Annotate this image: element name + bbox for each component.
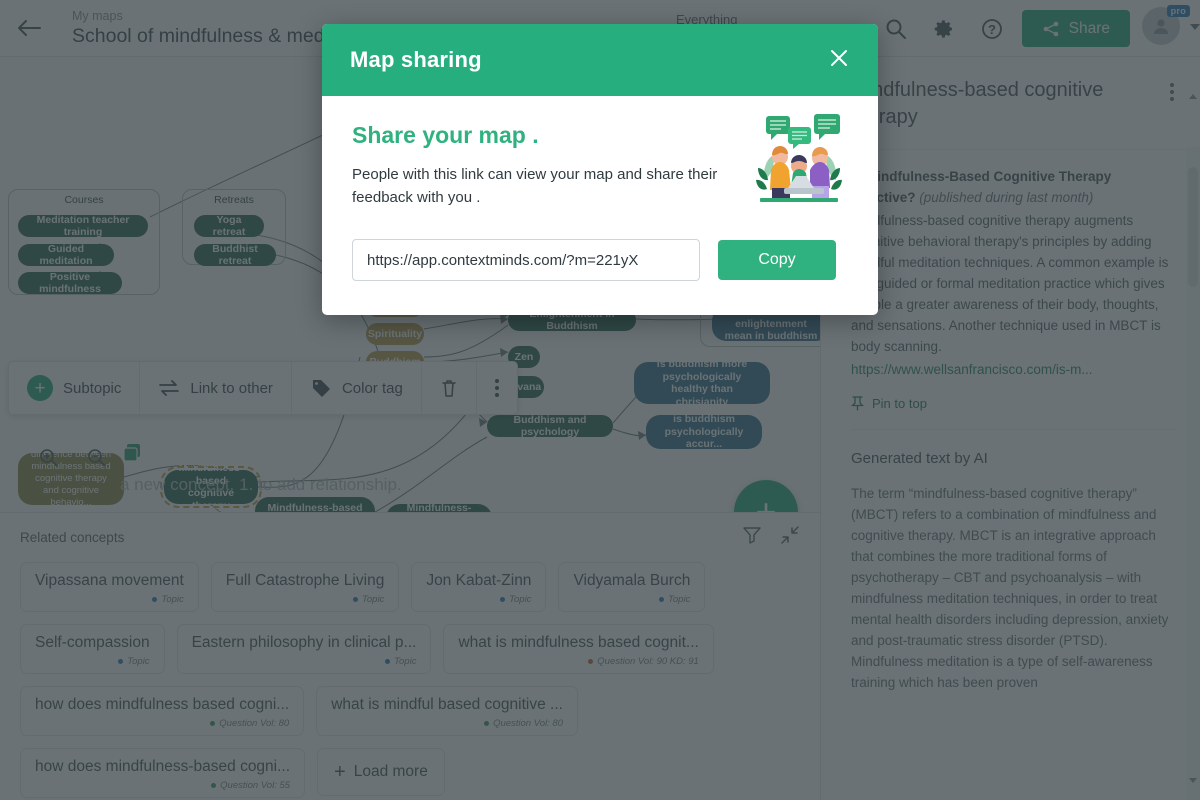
share-link-input[interactable] [352, 239, 700, 281]
map-sharing-modal: Map sharing Share your map . People with… [322, 24, 878, 315]
copy-button[interactable]: Copy [718, 240, 836, 280]
app-root: My maps School of mindfulness & meditati… [0, 0, 1200, 800]
modal-header: Map sharing [322, 24, 878, 96]
modal-description: People with this link can view your map … [352, 163, 724, 209]
close-x-icon [828, 47, 850, 69]
share-link-row: Copy [352, 239, 848, 281]
close-button[interactable] [828, 47, 850, 73]
modal-body: Share your map . People with this link c… [322, 96, 878, 315]
team-collaboration-illustration [744, 110, 854, 206]
modal-title: Map sharing [350, 47, 482, 73]
